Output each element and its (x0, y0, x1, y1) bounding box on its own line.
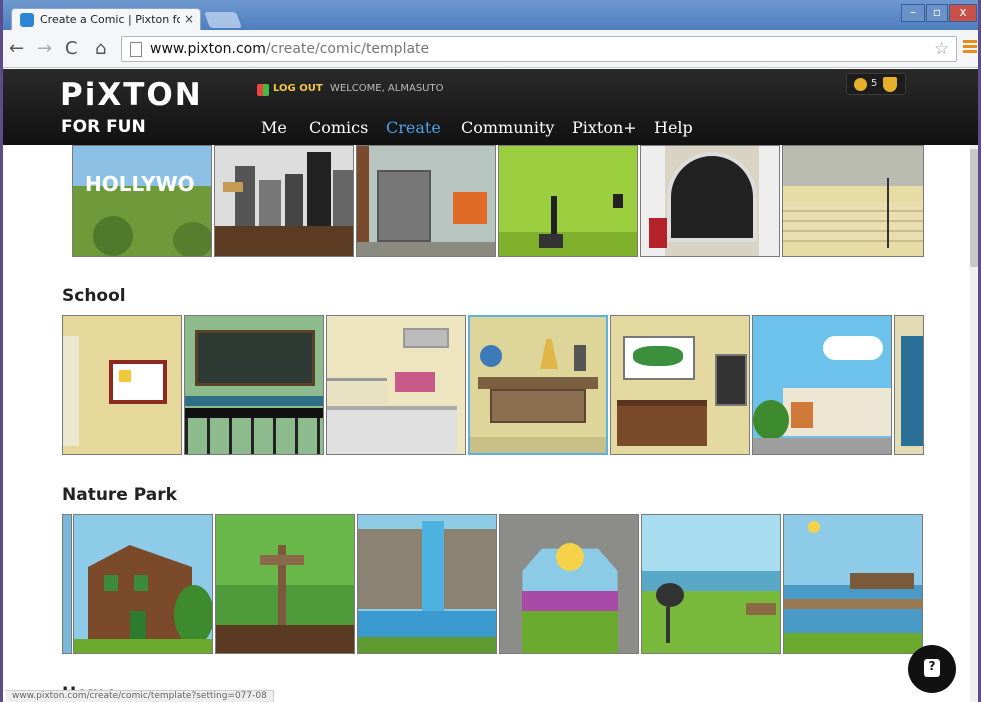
scene-strip-nature-park (62, 514, 924, 654)
scene-strip-school (62, 315, 924, 455)
tab-close-icon[interactable]: × (184, 12, 194, 26)
menu-icon[interactable] (963, 40, 977, 54)
scene-thumb-selected[interactable] (468, 315, 608, 455)
scene-thumb[interactable] (215, 514, 355, 654)
template-gallery: HOLLYWO School Nature Park (3, 145, 969, 702)
scene-thumb[interactable] (326, 315, 466, 455)
nav-community[interactable]: Community (461, 118, 554, 137)
nav-create[interactable]: Create (386, 118, 441, 137)
scene-thumb[interactable] (499, 514, 639, 654)
forward-icon[interactable]: → (37, 38, 52, 59)
logout-link[interactable]: LOG OUT (273, 83, 323, 94)
nav-pixton-plus[interactable]: Pixton+ (572, 118, 637, 137)
scene-thumb[interactable] (641, 514, 781, 654)
home-icon[interactable]: ⌂ (95, 38, 106, 59)
scene-thumb[interactable] (640, 145, 780, 257)
close-window-button[interactable]: x (949, 4, 977, 22)
scene-thumb[interactable]: HOLLYWO (72, 145, 212, 257)
scene-thumb[interactable] (214, 145, 354, 257)
url-text[interactable]: www.pixton.com/create/comic/template (150, 41, 429, 57)
nav-comics[interactable]: Comics (309, 118, 368, 137)
nav-me[interactable]: Me (261, 118, 287, 137)
help-chat-button[interactable]: ? (908, 645, 956, 693)
scene-thumb[interactable] (782, 145, 924, 257)
address-bar[interactable]: www.pixton.com/create/comic/template ☆ (121, 36, 957, 62)
scene-thumb[interactable] (752, 315, 892, 455)
scene-thumb[interactable] (498, 145, 638, 257)
scene-strip-entertainment: HOLLYWO (62, 145, 924, 257)
welcome-text: WELCOME, ALMASUTO (330, 83, 444, 94)
address-toolbar: ← → C ⌂ www.pixton.com/create/comic/temp… (3, 30, 978, 68)
status-bar-url: www.pixton.com/create/comic/template?set… (6, 690, 274, 702)
section-title-school: School (62, 286, 126, 306)
coins-widget[interactable]: 5 (846, 73, 906, 95)
tab-title: Create a Comic | Pixton fo (40, 13, 180, 26)
scene-thumb[interactable] (62, 514, 72, 654)
coin-count: 5 (871, 78, 878, 89)
scene-thumb[interactable] (610, 315, 750, 455)
reload-icon[interactable]: C (65, 38, 78, 59)
page-icon (130, 42, 142, 57)
minimize-button[interactable]: – (901, 4, 925, 22)
scene-thumb[interactable] (73, 514, 213, 654)
scene-thumb[interactable] (783, 514, 923, 654)
page-scrollbar[interactable] (970, 145, 978, 702)
scene-thumb[interactable] (62, 315, 182, 455)
scene-thumb[interactable] (357, 514, 497, 654)
pixton-logo[interactable]: PiXTON (60, 77, 203, 113)
pixton-favicon-icon (20, 13, 34, 27)
scene-thumb[interactable] (356, 145, 496, 257)
new-tab-button[interactable] (204, 12, 242, 28)
logout-icon[interactable] (257, 84, 269, 96)
logo-subtitle: FOR FUN (61, 117, 146, 137)
star-icon[interactable]: ☆ (934, 39, 949, 59)
shield-icon (883, 77, 897, 92)
coin-icon (854, 78, 867, 91)
browser-window: Create a Comic | Pixton fo × – ▫ x ← → C… (0, 0, 981, 702)
browser-tab[interactable]: Create a Comic | Pixton fo × (11, 8, 201, 30)
site-header: PiXTON FOR FUN LOG OUT WELCOME, ALMASUTO… (3, 69, 978, 145)
back-icon[interactable]: ← (9, 38, 24, 59)
nav-help[interactable]: Help (654, 118, 693, 137)
maximize-button[interactable]: ▫ (926, 4, 948, 22)
scene-thumb[interactable] (894, 315, 924, 455)
section-title-nature-park: Nature Park (62, 485, 177, 505)
title-bar: Create a Comic | Pixton fo × – ▫ x (3, 0, 978, 30)
help-icon: ? (924, 659, 940, 677)
scrollbar-thumb[interactable] (970, 149, 978, 267)
scene-thumb[interactable] (184, 315, 324, 455)
